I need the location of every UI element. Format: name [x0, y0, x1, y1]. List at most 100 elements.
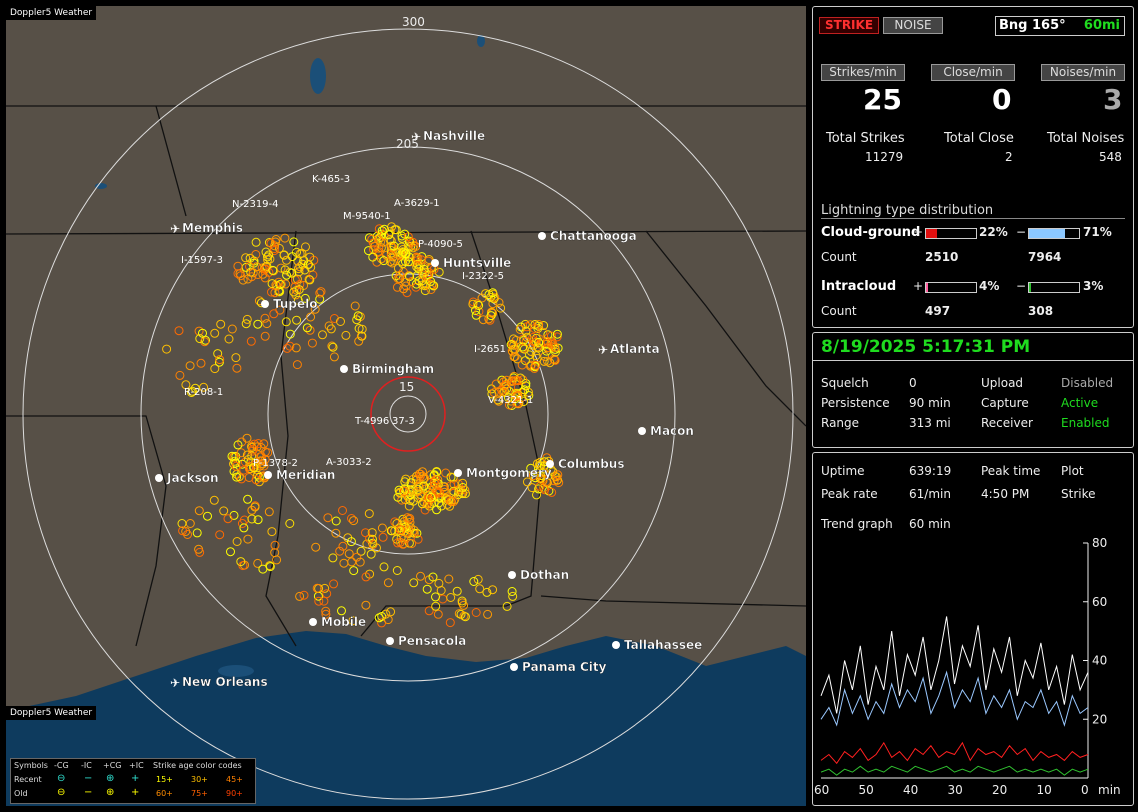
cg-plus-percent: 22%	[979, 225, 1008, 239]
strike-symbol	[378, 532, 388, 542]
current-datetime: 8/19/2025 5:17:31 PM	[821, 337, 1031, 357]
city-marker: Huntsville	[431, 256, 511, 270]
ring-label-inner: 15	[399, 380, 414, 394]
strike-symbol	[452, 586, 462, 596]
strike-symbol	[337, 606, 346, 616]
strike-symbol	[301, 242, 310, 252]
strike-button[interactable]: STRIKE	[819, 17, 879, 34]
city-name: Pensacola	[398, 634, 466, 648]
strike-symbol	[349, 516, 359, 526]
storm-cell-label: T-4996	[354, 416, 389, 427]
city-name: Nashville	[423, 129, 485, 143]
app-title-watermark: Doppler5 Weather	[6, 706, 97, 720]
uptime-label: Uptime	[821, 464, 865, 478]
city-name: New Orleans	[182, 675, 268, 689]
strike-symbol	[267, 527, 277, 537]
y-tick-label: 80	[1092, 536, 1107, 550]
ic-plus-bar	[925, 282, 977, 293]
strike-symbol	[347, 557, 357, 567]
airport-icon: ✈	[598, 343, 608, 357]
strike-symbol	[368, 252, 378, 262]
cg-minus-bar	[1028, 228, 1080, 239]
strike-symbol	[251, 237, 261, 247]
peak-rate-label: Peak rate	[821, 487, 878, 501]
city-dot-icon	[638, 427, 646, 435]
bearing-box: Bng 165° 60mi	[995, 16, 1125, 36]
total-noises-label: Total Noises	[1047, 131, 1125, 146]
strike-symbol	[192, 528, 202, 538]
bearing-range: 60mi	[1083, 18, 1120, 33]
city-dot-icon	[454, 469, 462, 477]
strike-symbol	[224, 334, 234, 344]
strike-symbol	[223, 514, 233, 524]
city-name: Montgomery	[466, 466, 552, 480]
cg-minus-percent: 71%	[1083, 225, 1112, 239]
strike-symbol	[311, 542, 321, 552]
storm-cell-label: A-3033-2	[326, 457, 372, 468]
strike-symbol	[226, 547, 235, 557]
strike-symbol	[260, 313, 270, 323]
strike-symbol	[177, 519, 187, 528]
close-per-min-value: 0	[992, 83, 1012, 116]
strike-symbol	[338, 506, 347, 515]
strike-symbol	[241, 253, 251, 263]
strike-symbol	[185, 361, 195, 371]
strike-symbol	[232, 363, 242, 373]
noise-button[interactable]: NOISE	[883, 17, 943, 34]
storm-cell-label: N-2319-4	[232, 199, 279, 210]
legend-age-title: Strike age color codes	[153, 761, 242, 770]
city-name: Mobile	[321, 615, 366, 629]
strike-symbol	[281, 317, 291, 327]
x-tick-label: 20	[992, 783, 1007, 797]
old-plus-ic-icon: +	[131, 787, 140, 798]
storm-cell-label: I-1597-3	[181, 255, 223, 266]
cg-plus-bar	[925, 228, 977, 239]
strike-symbol	[386, 607, 396, 617]
airport-icon: ✈	[170, 676, 180, 690]
ic-plus-count: 497	[925, 304, 951, 318]
city-name: Tallahassee	[624, 638, 702, 652]
y-tick-label: 20	[1092, 712, 1107, 726]
strike-symbol	[438, 594, 448, 604]
ic-minus-bar	[1028, 282, 1080, 293]
city-marker: Columbus	[546, 457, 625, 471]
ic-count-label: Count	[821, 304, 857, 318]
ring-label-outer: 300	[402, 15, 425, 29]
cg-plus-count: 2510	[925, 250, 959, 264]
city-marker: ✈ Atlanta	[598, 342, 660, 357]
legend-row-recent: Recent	[14, 775, 42, 784]
age-old-1: 60+	[156, 789, 173, 798]
storm-cell-label: 37-3	[392, 416, 415, 427]
strike-symbol	[306, 312, 316, 322]
squelch-value: 0	[909, 376, 917, 390]
trend-panel: Uptime 639:19 Peak time Plot Peak rate 6…	[812, 452, 1134, 806]
upload-value: Disabled	[1061, 376, 1114, 390]
strike-symbol	[379, 562, 389, 572]
status-divider	[813, 360, 1133, 361]
city-marker: ✈ Nashville	[411, 129, 485, 144]
city-marker: Tupelo	[261, 297, 318, 311]
squelch-label: Squelch	[821, 376, 869, 390]
distribution-divider	[821, 218, 1125, 219]
radar-map[interactable]: ✈ Nashville ✈ Memphis Chattanooga Huntsville T…	[6, 6, 806, 806]
ring-label-middle: 205	[396, 137, 419, 151]
cg-plus-sign: +	[913, 225, 924, 239]
city-marker: Chattanooga	[538, 229, 637, 243]
city-marker: Tallahassee	[612, 638, 702, 652]
city-name: Columbus	[558, 457, 625, 471]
strike-symbol	[329, 579, 339, 589]
persistence-value: 90 min	[909, 396, 951, 410]
city-marker: Mobile	[309, 615, 366, 629]
state-borders	[6, 105, 806, 647]
x-tick-label: 60	[814, 783, 829, 797]
strike-symbol	[329, 352, 339, 362]
city-marker: Dothan	[508, 568, 569, 582]
city-marker: Macon	[638, 424, 694, 438]
x-tick-label: 50	[859, 783, 874, 797]
app-title: Doppler5 Weather	[6, 6, 97, 20]
ic-minus-count: 308	[1028, 304, 1054, 318]
recent-plus-ic-icon: +	[131, 773, 140, 784]
strike-symbol	[285, 519, 295, 528]
city-name: Chattanooga	[550, 229, 637, 243]
age-recent-3: 45+	[226, 775, 243, 784]
